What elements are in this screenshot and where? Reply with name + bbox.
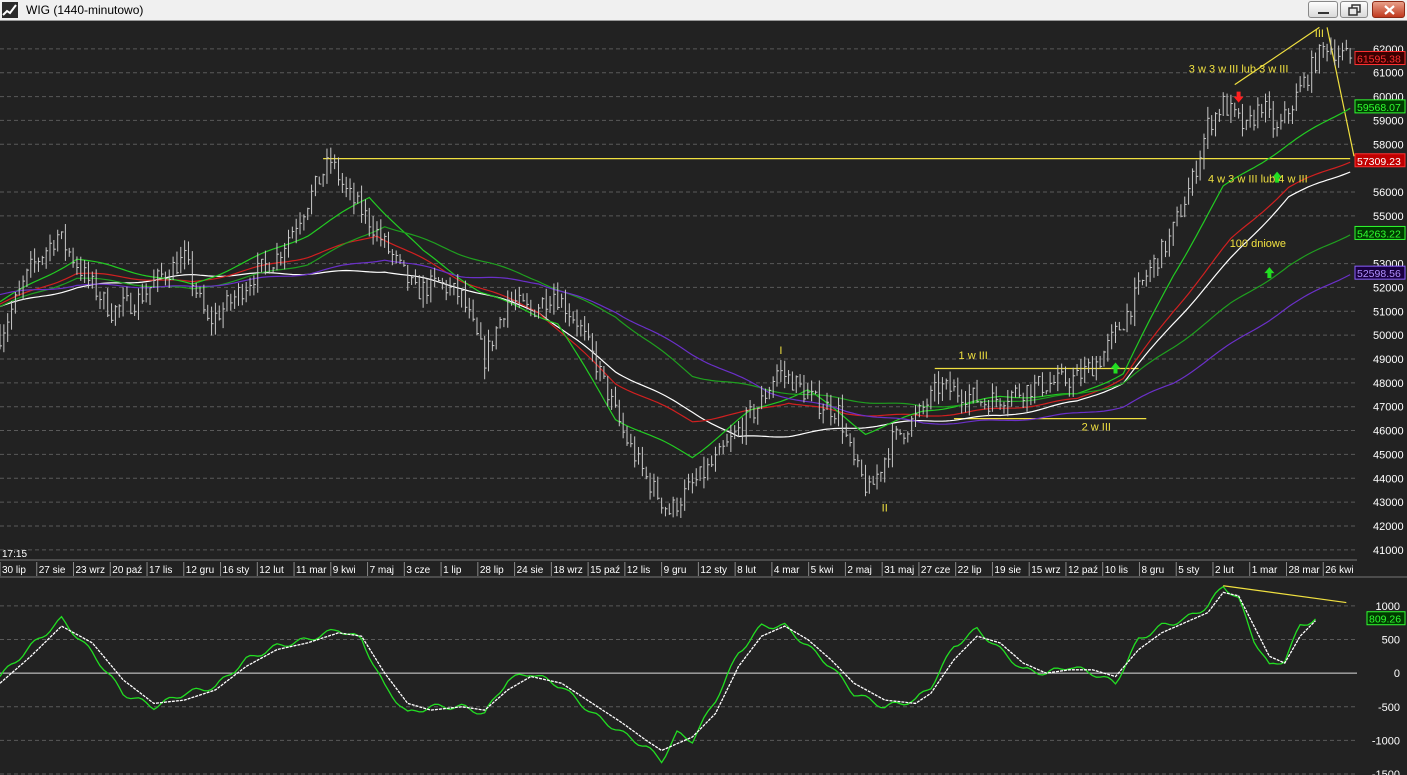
- osc-tick-label: -500: [1378, 702, 1400, 714]
- date-tick-label: 9 gru: [664, 565, 687, 576]
- date-tick-label: 15 paź: [590, 565, 620, 576]
- osc-tick-label: -1500: [1372, 769, 1400, 775]
- wave-annotation: 3 w 3 w III lub 3 w III: [1189, 64, 1289, 76]
- close-button[interactable]: [1372, 1, 1405, 18]
- price-tick-label: 49000: [1373, 354, 1404, 366]
- date-tick-label: 12 paź: [1068, 565, 1098, 576]
- price-tick-label: 42000: [1373, 521, 1404, 533]
- date-tick-label: 22 lip: [958, 565, 982, 576]
- price-tick-label: 44000: [1373, 473, 1404, 485]
- date-tick-label: 8 lut: [737, 565, 756, 576]
- minimize-button[interactable]: [1308, 1, 1338, 18]
- restore-button[interactable]: [1340, 1, 1368, 18]
- date-tick-label: 23 wrz: [76, 565, 105, 576]
- osc-tick-label: 1000: [1376, 601, 1400, 613]
- osc-value-label: 809.26: [1369, 614, 1401, 626]
- date-tick-label: 4 mar: [774, 565, 800, 576]
- date-tick-label: 24 sie: [517, 565, 544, 576]
- price-tick-label: 61000: [1373, 68, 1404, 80]
- date-tick-label: 5 sty: [1178, 565, 1199, 576]
- price-label-value: 59568.07: [1357, 102, 1401, 114]
- date-tick-label: 8 gru: [1141, 565, 1164, 576]
- wave-annotation: 2 w III: [1082, 422, 1111, 434]
- price-tick-label: 48000: [1373, 378, 1404, 390]
- price-tick-label: 50000: [1373, 330, 1404, 342]
- date-tick-label: 3 cze: [406, 565, 430, 576]
- wave-annotation: 100 dniowe: [1230, 238, 1286, 250]
- price-tick-label: 43000: [1373, 497, 1404, 509]
- date-tick-label: 9 kwi: [333, 565, 356, 576]
- price-label-value: 61595.38: [1357, 54, 1401, 66]
- date-tick-label: 2 maj: [847, 565, 871, 576]
- window-titlebar: WIG (1440-minutowo): [0, 0, 1407, 21]
- date-tick-label: 28 mar: [1288, 565, 1320, 576]
- restore-icon: [1348, 4, 1361, 16]
- price-tick-label: 41000: [1373, 545, 1404, 557]
- date-tick-label: 20 paź: [112, 565, 142, 576]
- date-tick-label: 12 gru: [186, 565, 214, 576]
- price-tick-label: 58000: [1373, 139, 1404, 151]
- price-tick-label: 55000: [1373, 211, 1404, 223]
- date-tick-label: 17 lis: [149, 565, 172, 576]
- chart-area[interactable]: IIIIII1 w III2 w III3 w 3 w III lub 3 w …: [0, 21, 1407, 775]
- app-chart-icon: [2, 2, 18, 18]
- date-tick-label: 19 sie: [994, 565, 1021, 576]
- date-tick-label: 18 wrz: [553, 565, 582, 576]
- date-tick-label: 15 wrz: [1031, 565, 1060, 576]
- osc-tick-label: 500: [1382, 635, 1400, 647]
- date-tick-label: 12 sty: [700, 565, 727, 576]
- wave-annotation: I: [779, 345, 782, 357]
- minimize-icon: [1318, 12, 1329, 14]
- osc-tick-label: -1000: [1372, 735, 1400, 747]
- wave-annotation: 4 w 3 w III lub 4 w III: [1208, 173, 1308, 185]
- date-tick-label: 7 maj: [370, 565, 394, 576]
- price-tick-label: 52000: [1373, 282, 1404, 294]
- date-tick-label: 30 lip: [2, 565, 26, 576]
- date-tick-label: 28 lip: [480, 565, 504, 576]
- price-tick-label: 46000: [1373, 426, 1404, 438]
- date-tick-label: 5 kwi: [811, 565, 834, 576]
- date-axis: 30 lip 27 sie 23 wrz 20 paź 17 lis 12 gru 16 s…: [0, 562, 1354, 576]
- date-tick-label: 1 mar: [1252, 565, 1278, 576]
- date-tick-label: 12 lut: [259, 565, 284, 576]
- date-tick-label: 1 lip: [443, 565, 462, 576]
- date-tick-label: 27 sie: [39, 565, 66, 576]
- price-tick-label: 45000: [1373, 449, 1404, 461]
- date-tick-label: 12 lis: [627, 565, 650, 576]
- date-tick-label: 31 maj: [884, 565, 914, 576]
- date-tick-label: 10 lis: [1105, 565, 1128, 576]
- price-label-value: 54263.22: [1357, 228, 1401, 240]
- price-label-value: 57309.23: [1357, 156, 1401, 168]
- time-label: 17:15: [2, 549, 27, 560]
- wave-annotation: 1 w III: [959, 350, 988, 362]
- price-label-value: 52598.56: [1357, 268, 1401, 280]
- window-title: WIG (1440-minutowo): [26, 3, 144, 17]
- price-tick-label: 47000: [1373, 402, 1404, 414]
- wave-annotation: II: [882, 503, 888, 515]
- date-tick-label: 16 sty: [223, 565, 250, 576]
- date-tick-label: 2 lut: [1215, 565, 1234, 576]
- wave-annotation: III: [1315, 28, 1324, 40]
- date-tick-label: 11 mar: [296, 565, 327, 576]
- date-tick-label: 26 kwi: [1325, 565, 1353, 576]
- osc-tick-label: 0: [1394, 668, 1400, 680]
- price-tick-label: 56000: [1373, 187, 1404, 199]
- price-tick-label: 51000: [1373, 306, 1404, 318]
- date-tick-label: 27 cze: [921, 565, 951, 576]
- price-tick-label: 59000: [1373, 115, 1404, 127]
- close-icon: [1384, 5, 1395, 15]
